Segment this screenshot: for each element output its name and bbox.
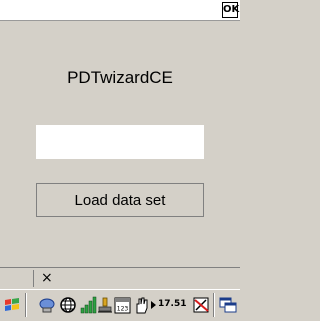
- arrow-right-icon[interactable]: [149, 295, 157, 315]
- close-icon[interactable]: ×: [41, 270, 53, 286]
- ok-button[interactable]: OK: [222, 2, 239, 18]
- taskbar: 123 17.51: [0, 289, 240, 321]
- hand-icon[interactable]: [133, 295, 149, 315]
- windows-switch-icon[interactable]: [218, 295, 238, 315]
- taskbar-separator: [25, 293, 27, 317]
- network-icon[interactable]: [38, 295, 56, 315]
- keyboard-123-icon[interactable]: 123: [114, 295, 132, 315]
- data-input[interactable]: [36, 125, 204, 159]
- usb-icon[interactable]: [97, 295, 113, 315]
- command-bar-divider: [33, 270, 34, 287]
- signal-icon[interactable]: [79, 295, 97, 315]
- sync-off-icon[interactable]: [192, 295, 210, 315]
- svg-text:123: 123: [117, 306, 129, 313]
- globe-icon[interactable]: [59, 295, 77, 315]
- taskbar-separator: [213, 293, 215, 317]
- load-data-set-button[interactable]: Load data set: [36, 183, 204, 217]
- title-bar: OK: [0, 0, 240, 21]
- clock[interactable]: 17.51: [158, 299, 186, 309]
- command-bar: ×: [0, 267, 240, 289]
- windows-start-icon[interactable]: [2, 295, 22, 315]
- main-content: PDTwizardCE Load data set: [0, 21, 240, 267]
- app-title: PDTwizardCE: [67, 68, 173, 87]
